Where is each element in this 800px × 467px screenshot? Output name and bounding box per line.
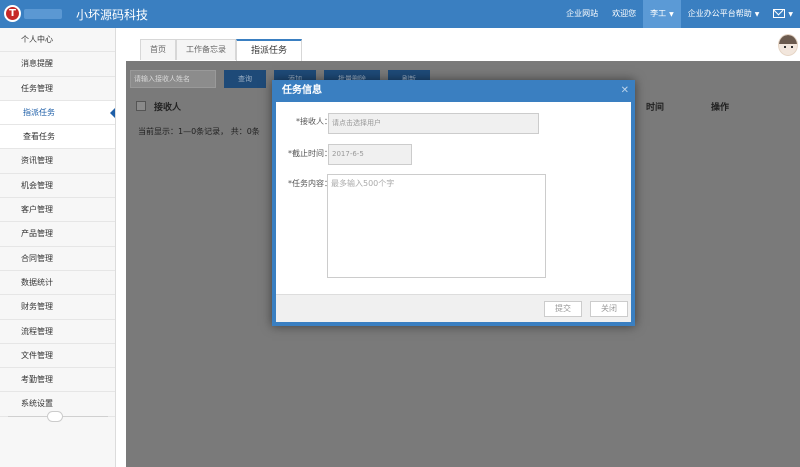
avatar-hair xyxy=(779,35,797,44)
column-actions: 操作 xyxy=(711,102,730,113)
nav-welcome: 欢迎您 xyxy=(612,9,637,18)
sidebar-item-view-task[interactable]: 查看任务 xyxy=(0,125,115,150)
content-textarea[interactable]: 最多输入500个字 xyxy=(327,174,546,278)
query-button[interactable]: 查询 xyxy=(224,70,266,88)
sidebar-collapse-toggle[interactable] xyxy=(0,408,116,426)
close-button[interactable]: 关闭 xyxy=(590,301,628,317)
submit-button[interactable]: 提交 xyxy=(544,301,582,317)
sidebar-item-task-management[interactable]: 任务管理 xyxy=(0,76,115,101)
paging-info: 当前显示：1—0条记录， 共：0条 xyxy=(138,127,260,136)
deadline-field[interactable]: 2017-6-5 xyxy=(328,144,412,165)
mail-icon xyxy=(773,9,786,18)
avatar[interactable] xyxy=(778,34,798,56)
column-receiver[interactable]: 接收人 xyxy=(154,100,181,113)
sidebar-item-messages[interactable]: 消息提醒 xyxy=(0,52,115,77)
sidebar-item-attendance[interactable]: 考勤管理 xyxy=(0,368,115,393)
nav-company-site[interactable]: 企业网站 xyxy=(559,0,605,28)
column-time[interactable]: 时间 xyxy=(646,100,664,113)
sidebar-item-assign-task[interactable]: 指派任务 xyxy=(0,100,115,126)
toggle-knob[interactable] xyxy=(47,411,63,422)
select-all-checkbox[interactable] xyxy=(136,101,146,111)
close-icon[interactable]: ✕ xyxy=(621,80,629,102)
chevron-down-icon: ▼ xyxy=(669,11,674,18)
avatar-eyes xyxy=(784,46,793,48)
dialog-title: 任务信息 xyxy=(282,85,322,96)
nav-mail-menu[interactable]: ▼ xyxy=(766,0,800,28)
sidebar-item-news[interactable]: 资讯管理 xyxy=(0,149,115,174)
tab-assign-task[interactable]: 指派任务 xyxy=(236,39,303,61)
sidebar-item-products[interactable]: 产品管理 xyxy=(0,222,115,247)
receiver-field[interactable]: 请点击选择用户 xyxy=(328,113,539,134)
search-input[interactable]: 请输入接收人姓名 xyxy=(130,70,216,88)
sidebar-item-statistics[interactable]: 数据统计 xyxy=(0,270,115,296)
chevron-down-icon: ▼ xyxy=(788,11,793,18)
brand-logo-text xyxy=(24,9,62,19)
sidebar-item-customers[interactable]: 客户管理 xyxy=(0,198,115,223)
top-bar: T 小坏源码科技 企业网站 欢迎您 李工 ▼ 企业办公平台帮助 ▼ ▼ xyxy=(0,0,800,28)
dialog-footer: 提交 关闭 xyxy=(276,294,631,322)
tab-bar: 首页 工作备忘录 指派任务 xyxy=(140,39,303,61)
sidebar-item-personal-center[interactable]: 个人中心 xyxy=(0,28,115,53)
sidebar-item-contracts[interactable]: 合同管理 xyxy=(0,246,115,271)
top-nav: 企业网站 欢迎您 李工 ▼ 企业办公平台帮助 ▼ ▼ xyxy=(559,0,800,28)
nav-help-menu[interactable]: 企业办公平台帮助 ▼ xyxy=(681,0,767,28)
dialog-header: 任务信息 ✕ xyxy=(272,80,635,102)
app-title: 小坏源码科技 xyxy=(76,8,149,22)
sidebar-item-files[interactable]: 文件管理 xyxy=(0,343,115,369)
user-name: 李工 xyxy=(650,9,667,18)
sidebar-item-workflow[interactable]: 流程管理 xyxy=(0,319,115,344)
receiver-label: *接收人： xyxy=(296,117,332,126)
content-label: *任务内容： xyxy=(288,179,332,188)
sidebar: 个人中心 消息提醒 任务管理 指派任务 查看任务 资讯管理 机会管理 客户管理 … xyxy=(0,28,116,467)
nav-user-menu[interactable]: 李工 ▼ xyxy=(643,0,681,28)
task-info-dialog: 任务信息 ✕ *接收人： 请点击选择用户 *截止时间： 2017-6-5 *任务… xyxy=(272,80,635,326)
sidebar-item-finance[interactable]: 财务管理 xyxy=(0,295,115,320)
help-label: 企业办公平台帮助 xyxy=(687,9,752,18)
sidebar-item-opportunities[interactable]: 机会管理 xyxy=(0,173,115,199)
tab-home[interactable]: 首页 xyxy=(140,39,176,60)
logo-icon: T xyxy=(4,5,21,22)
chevron-down-icon: ▼ xyxy=(754,11,760,18)
deadline-label: *截止时间： xyxy=(288,149,332,158)
tab-work-memo[interactable]: 工作备忘录 xyxy=(176,39,236,60)
